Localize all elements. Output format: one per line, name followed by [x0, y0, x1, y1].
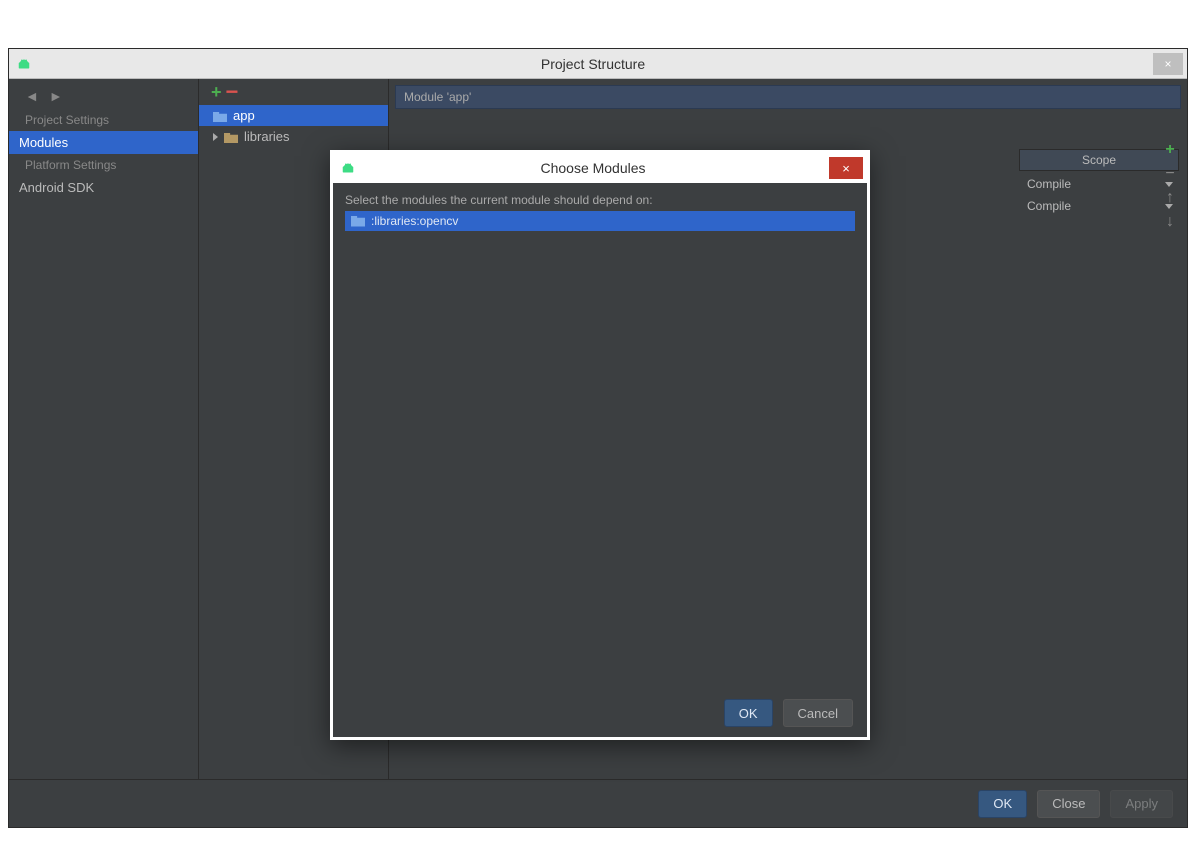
nav-arrows: ◄ ►	[9, 83, 198, 109]
android-icon	[339, 159, 357, 177]
dialog-close-button[interactable]: ×	[829, 157, 863, 179]
dialog-footer: OK Cancel	[333, 689, 867, 737]
sidebar-item-android-sdk[interactable]: Android SDK	[9, 176, 198, 199]
module-label: libraries	[244, 129, 290, 144]
breadcrumb: Module 'app'	[395, 85, 1181, 109]
scope-dropdown[interactable]: Compile	[1019, 195, 1179, 217]
module-option[interactable]: :libraries:opencv	[345, 211, 855, 231]
dialog-instruction: Select the modules the current module sh…	[345, 193, 855, 207]
remove-dependency-icon[interactable]: −	[1165, 165, 1174, 183]
dependency-action-buttons: + − ↑ ↓	[1159, 141, 1181, 231]
expand-icon[interactable]	[213, 133, 218, 141]
section-header-project-settings: Project Settings	[9, 109, 198, 131]
close-button[interactable]: Close	[1037, 790, 1100, 818]
window-titlebar: Project Structure ×	[9, 49, 1187, 79]
scope-value: Compile	[1027, 199, 1071, 213]
move-down-icon[interactable]: ↓	[1166, 213, 1174, 231]
window-footer: OK Close Apply	[9, 779, 1187, 827]
remove-module-icon[interactable]: −	[226, 79, 239, 105]
breadcrumb-text: Module 'app'	[404, 90, 471, 104]
add-dependency-icon[interactable]: +	[1165, 141, 1174, 159]
nav-back-icon[interactable]: ◄	[25, 88, 39, 104]
module-option-label: :libraries:opencv	[371, 214, 458, 228]
window-close-button[interactable]: ×	[1153, 53, 1183, 75]
module-label: app	[233, 108, 255, 123]
choose-modules-dialog: Choose Modules × Select the modules the …	[330, 150, 870, 740]
folder-icon	[224, 131, 238, 142]
settings-sidebar: ◄ ► Project Settings Modules Platform Se…	[9, 79, 199, 779]
scope-dropdown[interactable]: Compile	[1019, 173, 1179, 195]
folder-icon	[351, 216, 365, 227]
section-header-platform-settings: Platform Settings	[9, 154, 198, 176]
android-icon	[15, 55, 33, 73]
cancel-button[interactable]: Cancel	[783, 699, 853, 727]
module-selection-list[interactable]: :libraries:opencv	[345, 211, 855, 689]
dialog-title: Choose Modules	[357, 160, 829, 176]
scope-value: Compile	[1027, 177, 1071, 191]
scope-header: Scope	[1019, 149, 1179, 171]
apply-button: Apply	[1110, 790, 1173, 818]
folder-icon	[213, 110, 227, 121]
dialog-body: Select the modules the current module sh…	[333, 183, 867, 689]
modules-toolbar: + −	[199, 79, 388, 105]
module-item-libraries[interactable]: libraries	[199, 126, 388, 147]
nav-forward-icon[interactable]: ►	[49, 88, 63, 104]
ok-button[interactable]: OK	[978, 790, 1027, 818]
sidebar-item-modules[interactable]: Modules	[9, 131, 198, 154]
module-item-app[interactable]: app	[199, 105, 388, 126]
scope-column: Scope Compile Compile	[1019, 149, 1179, 217]
move-up-icon[interactable]: ↑	[1166, 189, 1174, 207]
dialog-titlebar: Choose Modules ×	[333, 153, 867, 183]
add-module-icon[interactable]: +	[211, 82, 222, 103]
window-title: Project Structure	[33, 56, 1153, 72]
ok-button[interactable]: OK	[724, 699, 773, 727]
